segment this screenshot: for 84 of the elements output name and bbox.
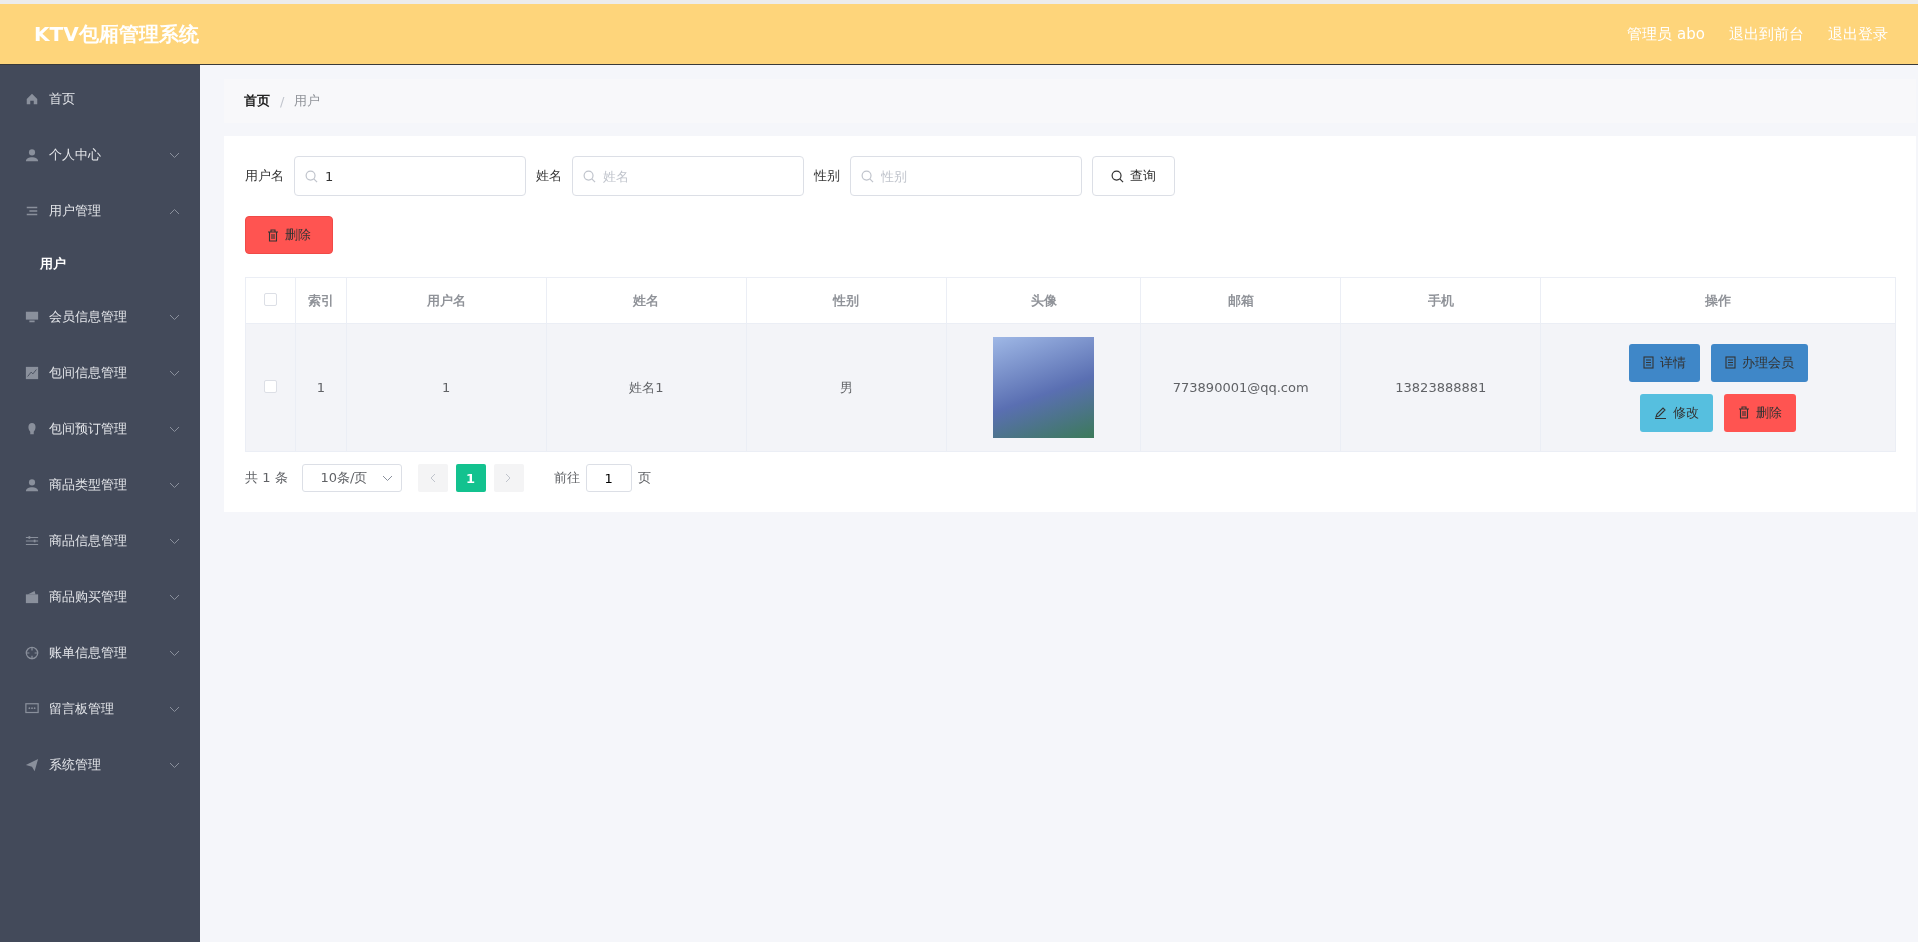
prev-page-button[interactable] — [417, 464, 448, 492]
document-icon — [1642, 356, 1654, 369]
chevron-icon — [169, 425, 180, 433]
sidebar-item[interactable]: 会员信息管理 — [0, 289, 200, 345]
chat-icon — [25, 702, 39, 716]
sidebar-item[interactable]: 包间信息管理 — [0, 345, 200, 401]
chevron-right-icon — [505, 473, 513, 483]
delete-button[interactable]: 删除 — [1724, 393, 1797, 432]
pencil-icon — [1654, 406, 1668, 419]
trash-icon — [1738, 406, 1751, 419]
email-cell: 773890001@qq.com — [1140, 323, 1341, 452]
sidebar-item[interactable]: 账单信息管理 — [0, 625, 200, 681]
column-header: 头像 — [946, 277, 1141, 324]
breadcrumb-item: 用户 — [294, 92, 321, 110]
column-header: 姓名 — [546, 277, 747, 324]
username-cell: 1 — [346, 323, 547, 452]
person-icon — [25, 148, 39, 162]
sidebar-item[interactable]: 留言板管理 — [0, 681, 200, 737]
search-icon — [305, 169, 318, 183]
crosshair-icon — [25, 646, 39, 660]
sidebar-item[interactable]: 用户管理 — [0, 183, 200, 239]
edit-button[interactable]: 修改 — [1640, 393, 1714, 432]
chevron-icon — [169, 151, 180, 159]
search-icon — [583, 169, 596, 183]
sidebar-item[interactable]: 首页 — [0, 71, 200, 127]
field-label: 姓名 — [536, 167, 562, 185]
chevron-icon — [169, 761, 180, 769]
sidebar-subitem[interactable]: 用户 — [0, 239, 200, 289]
name-cell: 姓名1 — [546, 323, 747, 452]
sidebar-item[interactable]: 商品类型管理 — [0, 457, 200, 513]
chevron-icon — [381, 474, 393, 482]
column-header: 操作 — [1540, 277, 1896, 324]
search-field[interactable]: 姓名 — [572, 156, 804, 196]
document-icon — [1724, 356, 1736, 369]
column-header: 性别 — [746, 277, 947, 324]
chevron-left-icon — [429, 473, 437, 483]
sidebar-item[interactable]: 包间预订管理 — [0, 401, 200, 457]
wallet-icon — [25, 590, 39, 604]
search-icon — [1111, 169, 1124, 183]
column-header: 用户名 — [346, 277, 547, 324]
goto-label: 前往 — [553, 469, 580, 487]
page-input[interactable]: 1 — [585, 464, 632, 492]
checkbox[interactable] — [264, 292, 278, 306]
chart-icon — [25, 366, 39, 380]
person-icon — [25, 478, 39, 492]
chevron-icon — [169, 649, 180, 657]
next-page-button[interactable] — [493, 464, 524, 492]
checkbox[interactable] — [264, 379, 278, 393]
chevron-icon — [169, 481, 180, 489]
query-button[interactable]: 查询 — [1092, 156, 1175, 196]
sidebar-item[interactable]: 商品购买管理 — [0, 569, 200, 625]
page-suffix: 页 — [637, 469, 651, 487]
list-icon — [25, 204, 39, 218]
chevron-icon — [169, 537, 180, 545]
search-field[interactable]: 1 — [294, 156, 526, 196]
page-size-select[interactable]: 10条/页 — [301, 464, 402, 492]
app-title: KTV包厢管理系统 — [34, 20, 199, 48]
search-icon — [861, 169, 874, 183]
search-field[interactable]: 性别 — [850, 156, 1082, 196]
chevron-icon — [169, 593, 180, 601]
sidebar-item[interactable]: 个人中心 — [0, 127, 200, 183]
sliders-icon — [25, 534, 39, 548]
sidebar-item[interactable]: 系统管理 — [0, 737, 200, 793]
trash-icon — [267, 228, 279, 242]
breadcrumb-item[interactable]: 首页 — [244, 92, 270, 110]
delete-button[interactable]: 删除 — [245, 216, 333, 254]
chevron-icon — [169, 313, 180, 321]
index-cell: 1 — [295, 323, 347, 452]
column-header: 邮箱 — [1140, 277, 1341, 324]
chevron-icon — [169, 705, 180, 713]
home-icon — [25, 92, 39, 106]
breadcrumb-separator: / — [280, 93, 285, 109]
field-label: 性别 — [814, 167, 840, 185]
sidebar-item[interactable]: 商品信息管理 — [0, 513, 200, 569]
total-count: 共 1 条 — [245, 469, 288, 487]
chevron-icon — [169, 207, 180, 215]
monitor-icon — [25, 310, 39, 324]
gender-cell: 男 — [746, 323, 947, 452]
field-label: 用户名 — [245, 167, 284, 185]
send-icon — [25, 758, 39, 772]
column-header: 索引 — [295, 277, 347, 324]
column-header: 手机 — [1340, 277, 1541, 324]
chevron-icon — [169, 369, 180, 377]
phone-cell: 13823888881 — [1340, 323, 1541, 452]
